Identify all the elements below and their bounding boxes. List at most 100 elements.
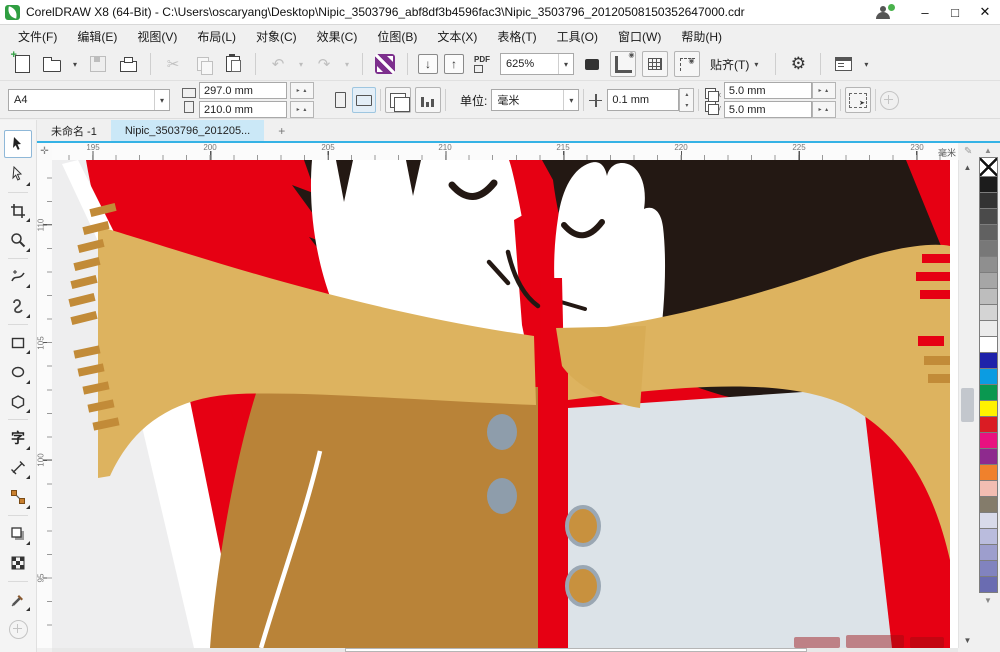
crop-tool[interactable] [5, 198, 31, 224]
maximize-button[interactable]: □ [940, 1, 970, 23]
color-swatch[interactable] [978, 288, 998, 305]
ellipse-tool[interactable] [5, 359, 31, 385]
color-swatch[interactable] [978, 336, 998, 353]
menu-item[interactable]: 效果(C) [307, 25, 368, 48]
options-gear-button[interactable]: ⚙ [786, 52, 810, 76]
color-swatch[interactable] [978, 208, 998, 225]
application-launcher-dropdown[interactable] [861, 52, 871, 76]
color-swatch[interactable] [978, 416, 998, 433]
color-swatch[interactable] [978, 496, 998, 513]
import-button[interactable]: ↓ [418, 54, 438, 74]
palette-scroll-up-button[interactable]: ▲ [976, 143, 1000, 157]
freehand-tool[interactable] [5, 264, 31, 290]
ruler-origin-button[interactable]: ✛ [37, 143, 53, 161]
color-swatch[interactable] [978, 368, 998, 385]
menu-item[interactable]: 文件(F) [8, 25, 67, 48]
page-width-spinner[interactable] [290, 82, 314, 99]
color-swatch[interactable] [978, 176, 998, 193]
drawing-canvas[interactable] [52, 160, 958, 648]
landscape-orientation-button[interactable] [352, 87, 376, 113]
snap-to-menu-button[interactable]: 贴齐(T) [706, 52, 765, 76]
chevron-down-icon[interactable] [154, 90, 169, 110]
export-button[interactable]: ↑ [444, 54, 464, 74]
chevron-down-icon[interactable] [563, 90, 578, 110]
menu-item[interactable]: 文本(X) [427, 25, 487, 48]
color-swatch[interactable] [978, 400, 998, 417]
color-swatch[interactable] [978, 304, 998, 321]
duplicate-x-spinner[interactable] [811, 82, 836, 99]
color-swatch[interactable] [978, 448, 998, 465]
menu-item[interactable]: 布局(L) [187, 25, 246, 48]
zoom-level-combo[interactable]: 625% [500, 53, 574, 75]
portrait-orientation-button[interactable] [328, 87, 352, 113]
minimize-button[interactable]: – [910, 1, 940, 23]
fullscreen-preview-button[interactable] [580, 52, 604, 76]
open-dropdown[interactable] [70, 52, 80, 76]
color-eyedropper-tool[interactable] [5, 587, 31, 613]
menu-item[interactable]: 视图(V) [127, 25, 187, 48]
color-swatch[interactable] [978, 512, 998, 529]
color-swatch[interactable] [978, 240, 998, 257]
color-swatch[interactable] [978, 320, 998, 337]
duplicate-y-spinner[interactable] [811, 101, 836, 118]
page-width-input[interactable]: 297.0 mm [199, 82, 287, 99]
zoom-tool[interactable] [5, 227, 31, 253]
units-combo[interactable]: 毫米 [491, 89, 580, 111]
menu-item[interactable]: 位图(B) [367, 25, 427, 48]
color-swatch[interactable] [978, 352, 998, 369]
zoom-to-fit-button[interactable] [373, 52, 397, 76]
page-height-input[interactable]: 210.0 mm [199, 101, 287, 118]
add-tool-button[interactable] [5, 616, 31, 642]
color-swatch[interactable] [978, 528, 998, 545]
color-swatch[interactable] [978, 480, 998, 497]
color-swatch[interactable] [978, 256, 998, 273]
connector-tool[interactable] [5, 484, 31, 510]
user-account-icon[interactable] [872, 3, 898, 21]
palette-scroll-down-button[interactable]: ▼ [976, 593, 1000, 607]
show-rulers-button[interactable] [610, 51, 636, 77]
menu-item[interactable]: 对象(C) [246, 25, 307, 48]
drop-shadow-tool[interactable] [5, 521, 31, 547]
chevron-down-icon[interactable] [558, 54, 573, 74]
application-launcher-button[interactable] [831, 52, 855, 76]
all-pages-button[interactable] [385, 87, 411, 113]
duplicate-distance-y-input[interactable]: 5.0 mm [723, 101, 812, 118]
new-document-tab-button[interactable]: + [264, 120, 314, 141]
polygon-tool[interactable] [5, 389, 31, 415]
show-grid-button[interactable] [642, 51, 668, 77]
current-page-button[interactable] [415, 87, 441, 113]
menu-item[interactable]: 编辑(E) [67, 25, 127, 48]
new-document-button[interactable] [10, 49, 34, 76]
pick-tool[interactable] [4, 130, 32, 158]
text-tool[interactable]: 字 [5, 425, 31, 451]
treat-as-filled-button[interactable] [844, 87, 871, 113]
menu-item[interactable]: 表格(T) [487, 25, 546, 48]
paste-button[interactable] [221, 52, 245, 76]
scroll-down-button[interactable]: ▼ [959, 633, 976, 648]
color-swatch[interactable] [978, 560, 998, 577]
print-button[interactable] [116, 52, 140, 76]
color-swatch[interactable] [978, 272, 998, 289]
duplicate-distance-x-input[interactable]: 5.0 mm [723, 82, 812, 99]
color-swatch[interactable] [978, 384, 998, 401]
color-swatch[interactable] [978, 432, 998, 449]
horizontal-ruler[interactable]: 毫米 195 200 205 210 215 220 225 230 [52, 143, 958, 161]
menu-item[interactable]: 窗口(W) [608, 25, 671, 48]
close-button[interactable]: ✕ [970, 1, 1000, 23]
shape-tool[interactable] [5, 162, 31, 188]
color-swatch[interactable] [978, 576, 998, 593]
parallel-dimension-tool[interactable] [5, 455, 31, 481]
color-swatch[interactable] [978, 192, 998, 209]
rectangle-tool[interactable] [5, 330, 31, 356]
nudge-spinner[interactable]: ▴ ▾ [679, 88, 695, 112]
menu-item[interactable]: 工具(O) [547, 25, 608, 48]
show-guidelines-button[interactable] [674, 51, 700, 77]
horizontal-scrollbar-thumb[interactable] [345, 648, 807, 652]
page-size-combo[interactable]: A4 [8, 89, 170, 111]
vertical-scrollbar-thumb[interactable] [961, 388, 974, 422]
page-height-spinner[interactable] [290, 101, 314, 118]
menu-item[interactable]: 帮助(H) [671, 25, 732, 48]
scroll-up-button[interactable]: ▲ [959, 160, 976, 175]
open-button[interactable] [40, 52, 64, 76]
horizontal-scrollbar[interactable] [52, 648, 958, 652]
